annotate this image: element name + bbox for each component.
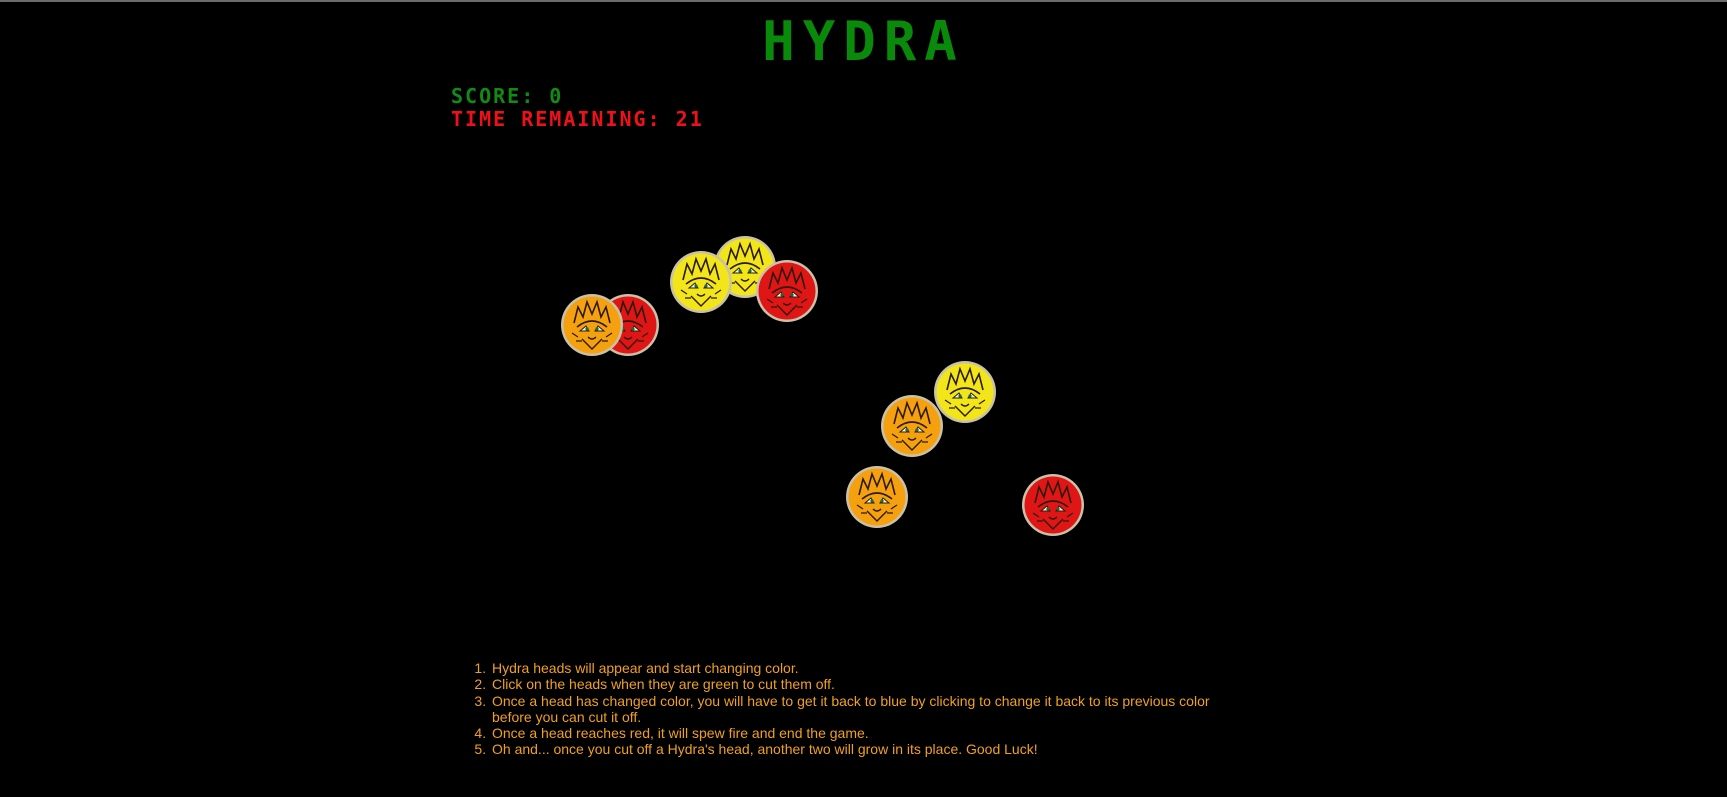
game-title: HYDRA <box>762 10 965 73</box>
hydra-head-icon <box>1022 474 1084 536</box>
score-value: 0 <box>549 84 564 108</box>
time-value: 21 <box>675 107 704 131</box>
score-label: SCORE: <box>451 84 536 108</box>
instruction-item: Hydra heads will appear and start changi… <box>490 660 1230 676</box>
hydra-head[interactable] <box>560 293 624 357</box>
time-label: TIME REMAINING: <box>451 107 662 131</box>
instruction-item: Once a head has changed color, you will … <box>490 693 1230 726</box>
instruction-item: Click on the heads when they are green t… <box>490 676 1230 692</box>
instruction-item: Once a head reaches red, it will spew fi… <box>490 725 1230 741</box>
hydra-head-icon <box>561 294 623 356</box>
hydra-head-icon <box>846 466 908 528</box>
instruction-item: Oh and... once you cut off a Hydra's hea… <box>490 741 1230 757</box>
hydra-head[interactable] <box>755 259 819 323</box>
instructions-list: Hydra heads will appear and start changi… <box>471 660 1230 758</box>
hydra-head-icon <box>670 251 732 313</box>
hydra-head-icon <box>756 260 818 322</box>
hydra-head[interactable] <box>1021 473 1085 537</box>
hydra-head[interactable] <box>845 465 909 529</box>
hydra-head[interactable] <box>880 394 944 458</box>
hydra-head[interactable] <box>669 250 733 314</box>
time-remaining-display: TIME REMAINING: 21 <box>451 107 704 131</box>
top-border <box>0 0 1727 2</box>
hydra-head-icon <box>881 395 943 457</box>
score-display: SCORE: 0 <box>451 84 563 108</box>
